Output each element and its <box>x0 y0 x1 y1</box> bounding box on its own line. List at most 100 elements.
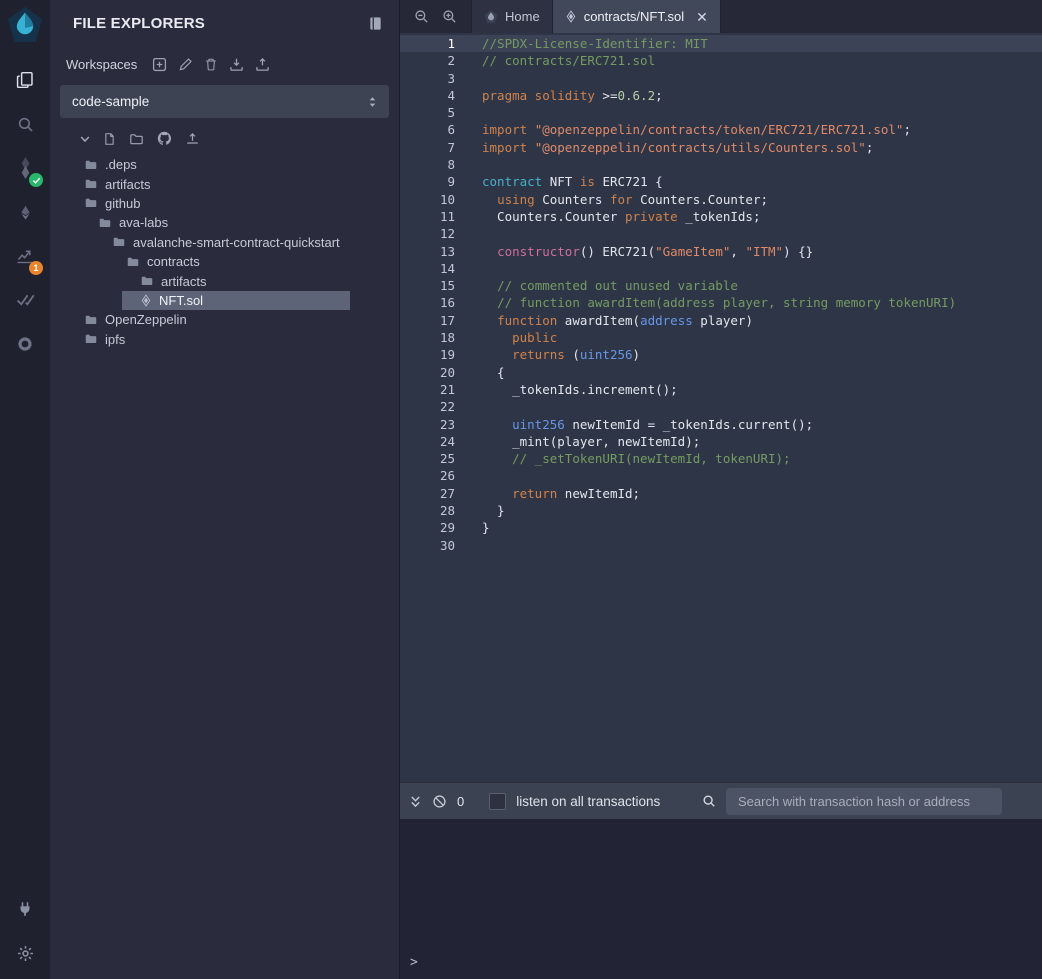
analysis-icon[interactable]: 1 <box>0 234 50 278</box>
new-folder-icon[interactable] <box>129 132 144 146</box>
new-file-icon[interactable] <box>103 132 116 146</box>
solidity-compiler-icon[interactable] <box>0 146 50 190</box>
tree-item-nft-sol[interactable]: NFT.sol <box>50 291 399 310</box>
code-line-7[interactable]: 7import "@openzeppelin/contracts/utils/C… <box>400 139 1042 156</box>
compiler-success-badge <box>29 173 43 187</box>
line-number: 10 <box>400 191 455 208</box>
code-line-13[interactable]: 13 constructor() ERC721("GameItem", "ITM… <box>400 243 1042 260</box>
file-explorer-icon[interactable] <box>0 58 50 102</box>
tab-home-label: Home <box>505 9 540 24</box>
remix-logo-icon[interactable] <box>6 6 44 44</box>
zoom-out-icon[interactable] <box>414 9 429 24</box>
unit-testing-icon[interactable] <box>0 278 50 322</box>
line-number: 15 <box>400 277 455 294</box>
listen-transactions-checkbox[interactable] <box>489 793 506 810</box>
tree-item-ipfs[interactable]: ipfs <box>50 330 399 349</box>
code-line-24[interactable]: 24 _mint(player, newItemId); <box>400 433 1042 450</box>
tab-bar: Home contracts/NFT.sol ✕ <box>400 0 1042 33</box>
line-number: 17 <box>400 312 455 329</box>
line-number: 1 <box>400 35 455 52</box>
download-workspaces-icon[interactable] <box>229 57 244 72</box>
close-tab-icon[interactable]: ✕ <box>696 10 708 24</box>
code-line-20[interactable]: 20 { <box>400 364 1042 381</box>
code-line-1[interactable]: 1//SPDX-License-Identifier: MIT <box>400 35 1042 52</box>
book-icon[interactable] <box>368 16 383 31</box>
tree-item-contracts[interactable]: contracts <box>50 252 399 271</box>
tree-item-artifacts[interactable]: artifacts <box>50 271 399 290</box>
debugger-icon[interactable] <box>0 322 50 366</box>
terminal-search-input[interactable] <box>726 788 1002 815</box>
workspace-dropdown[interactable]: code-sample <box>60 85 389 118</box>
plugin-manager-icon[interactable] <box>0 887 50 931</box>
tree-item-artifacts[interactable]: artifacts <box>50 174 399 193</box>
line-number: 11 <box>400 208 455 225</box>
code-line-30[interactable]: 30 <box>400 537 1042 554</box>
code-line-29[interactable]: 29} <box>400 519 1042 536</box>
code-line-18[interactable]: 18 public <box>400 329 1042 346</box>
search-icon[interactable] <box>0 102 50 146</box>
code-text: // commented out unused variable <box>482 277 738 294</box>
code-line-26[interactable]: 26 <box>400 467 1042 484</box>
code-line-3[interactable]: 3 <box>400 70 1042 87</box>
code-line-28[interactable]: 28 } <box>400 502 1042 519</box>
code-line-17[interactable]: 17 function awardItem(address player) <box>400 312 1042 329</box>
tab-home[interactable]: Home <box>471 0 553 33</box>
code-line-25[interactable]: 25 // _setTokenURI(newItemId, tokenURI); <box>400 450 1042 467</box>
code-text: Counters.Counter private _tokenIds; <box>482 208 760 225</box>
code-line-19[interactable]: 19 returns (uint256) <box>400 346 1042 363</box>
code-text: uint256 newItemId = _tokenIds.current(); <box>482 416 813 433</box>
tree-item--deps[interactable]: .deps <box>50 155 399 174</box>
create-workspace-icon[interactable] <box>152 57 167 72</box>
code-line-22[interactable]: 22 <box>400 398 1042 415</box>
restore-workspaces-icon[interactable] <box>255 57 270 72</box>
settings-icon[interactable] <box>0 931 50 975</box>
line-number: 3 <box>400 70 455 87</box>
tree-item-github[interactable]: github <box>50 194 399 213</box>
code-line-21[interactable]: 21 _tokenIds.increment(); <box>400 381 1042 398</box>
code-line-14[interactable]: 14 <box>400 260 1042 277</box>
upload-file-icon[interactable] <box>185 132 200 146</box>
tab-contracts-nft-sol[interactable]: contracts/NFT.sol ✕ <box>553 0 721 33</box>
code-editor[interactable]: 1//SPDX-License-Identifier: MIT2// contr… <box>400 33 1042 782</box>
code-text: import "@openzeppelin/contracts/utils/Co… <box>482 139 873 156</box>
rename-workspace-icon[interactable] <box>178 57 193 72</box>
clear-console-icon[interactable] <box>432 794 447 809</box>
code-line-10[interactable]: 10 using Counters for Counters.Counter; <box>400 191 1042 208</box>
code-line-4[interactable]: 4pragma solidity >=0.6.2; <box>400 87 1042 104</box>
delete-workspace-icon[interactable] <box>204 57 218 72</box>
github-icon[interactable] <box>157 131 172 146</box>
code-line-16[interactable]: 16 // function awardItem(address player,… <box>400 294 1042 311</box>
code-line-5[interactable]: 5 <box>400 104 1042 121</box>
code-line-15[interactable]: 15 // commented out unused variable <box>400 277 1042 294</box>
line-number: 6 <box>400 121 455 138</box>
code-line-27[interactable]: 27 return newItemId; <box>400 485 1042 502</box>
code-line-8[interactable]: 8 <box>400 156 1042 173</box>
folder-icon <box>84 314 98 326</box>
solidity-file-icon <box>140 294 152 307</box>
line-number: 12 <box>400 225 455 242</box>
zoom-in-icon[interactable] <box>442 9 457 24</box>
workspace-selected-label: code-sample <box>72 94 149 109</box>
icon-rail: 1 <box>0 0 50 979</box>
code-line-2[interactable]: 2// contracts/ERC721.sol <box>400 52 1042 69</box>
tree-item-ava-labs[interactable]: ava-labs <box>50 213 399 232</box>
tree-item-openzeppelin[interactable]: OpenZeppelin <box>50 310 399 329</box>
line-number: 13 <box>400 243 455 260</box>
code-text: import "@openzeppelin/contracts/token/ER… <box>482 121 911 138</box>
collapse-chevron-icon[interactable] <box>80 134 90 144</box>
remix-tab-icon <box>484 10 498 24</box>
code-line-6[interactable]: 6 import "@openzeppelin/contracts/token/E… <box>400 121 1042 138</box>
line-number: 30 <box>400 537 455 554</box>
code-line-9[interactable]: 9contract NFT is ERC721 { <box>400 173 1042 190</box>
code-text: } <box>482 502 505 519</box>
terminal-output[interactable]: > <box>400 819 1042 979</box>
line-number: 28 <box>400 502 455 519</box>
deploy-run-icon[interactable] <box>0 190 50 234</box>
code-line-11[interactable]: 11 Counters.Counter private _tokenIds; <box>400 208 1042 225</box>
code-line-12[interactable]: 12 <box>400 225 1042 242</box>
line-number: 16 <box>400 294 455 311</box>
tree-item-avalanche-smart-contract-quickstart[interactable]: avalanche-smart-contract-quickstart <box>50 233 399 252</box>
expand-terminal-icon[interactable] <box>409 794 422 809</box>
tree-item-label: ipfs <box>105 332 125 347</box>
code-line-23[interactable]: 23 uint256 newItemId = _tokenIds.current… <box>400 416 1042 433</box>
